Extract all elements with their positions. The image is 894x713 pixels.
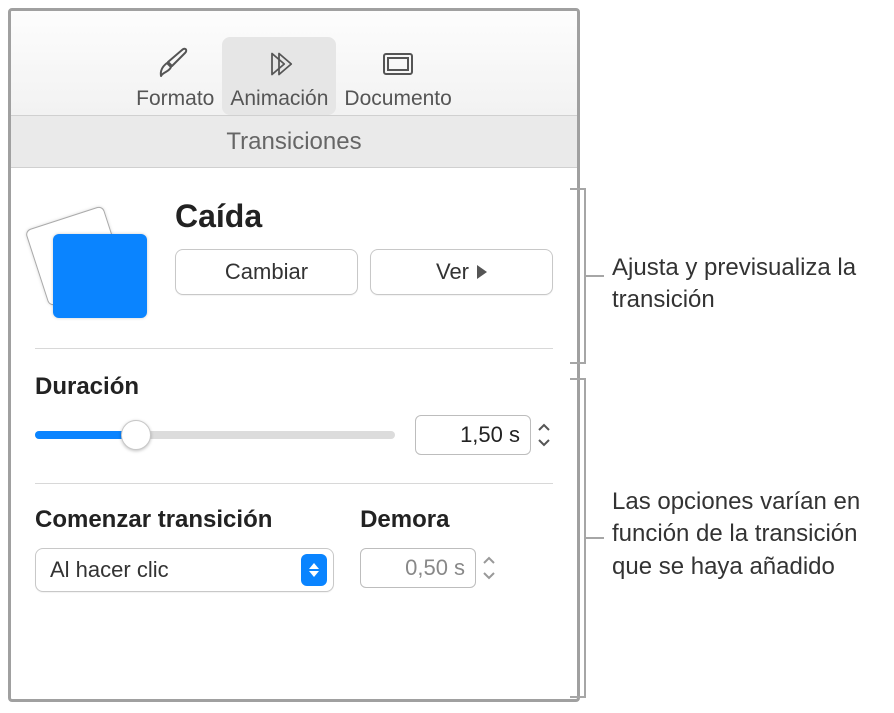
start-label: Comenzar transición <box>35 506 334 534</box>
duration-section: Duración <box>11 349 577 483</box>
slide-icon <box>53 234 147 318</box>
delay-input[interactable] <box>360 548 476 588</box>
stepper-down-icon[interactable] <box>480 568 498 584</box>
start-transition-popup[interactable]: Al hacer clic <box>35 548 334 592</box>
play-icon <box>477 265 487 279</box>
document-icon <box>377 43 419 85</box>
duration-stepper <box>415 415 553 455</box>
delay-label: Demora <box>360 506 553 534</box>
callout-tick <box>586 275 604 277</box>
delay-stepper <box>360 548 553 588</box>
paintbrush-icon <box>154 43 196 85</box>
duration-label: Duración <box>35 373 553 401</box>
tab-label: Documento <box>344 87 451 111</box>
callout-top: Ajusta y previsualiza la transición <box>612 252 892 317</box>
stepper-up-icon[interactable] <box>480 552 498 568</box>
button-label: Cambiar <box>225 259 308 285</box>
tab-format[interactable]: Formato <box>128 37 222 115</box>
slider-knob[interactable] <box>121 420 151 450</box>
inspector-tabbar: Formato Animación Documento <box>11 11 577 116</box>
tab-label: Formato <box>136 87 214 111</box>
inspector-panel: Formato Animación Documento Transiciones… <box>8 8 580 702</box>
callout-tick <box>586 537 604 539</box>
tab-animation[interactable]: Animación <box>222 37 336 115</box>
stepper-up-icon[interactable] <box>535 419 553 435</box>
section-subheader: Transiciones <box>11 116 577 168</box>
start-delay-section: Comenzar transición Al hacer clic Demora <box>11 484 577 592</box>
animation-icon <box>258 43 300 85</box>
transition-name: Caída <box>175 198 553 235</box>
change-button[interactable]: Cambiar <box>175 249 358 295</box>
tab-document[interactable]: Documento <box>336 37 459 115</box>
transition-thumbnail <box>35 198 157 320</box>
popup-value: Al hacer clic <box>50 557 169 583</box>
popup-arrows-icon <box>301 554 327 586</box>
duration-slider[interactable] <box>35 423 395 447</box>
duration-input[interactable] <box>415 415 531 455</box>
stepper-down-icon[interactable] <box>535 435 553 451</box>
button-label: Ver <box>436 259 469 285</box>
tab-label: Animación <box>230 87 328 111</box>
preview-button[interactable]: Ver <box>370 249 553 295</box>
transition-header-section: Caída Cambiar Ver <box>11 168 577 348</box>
callout-bottom: Las opciones varían en función de la tra… <box>612 486 892 583</box>
